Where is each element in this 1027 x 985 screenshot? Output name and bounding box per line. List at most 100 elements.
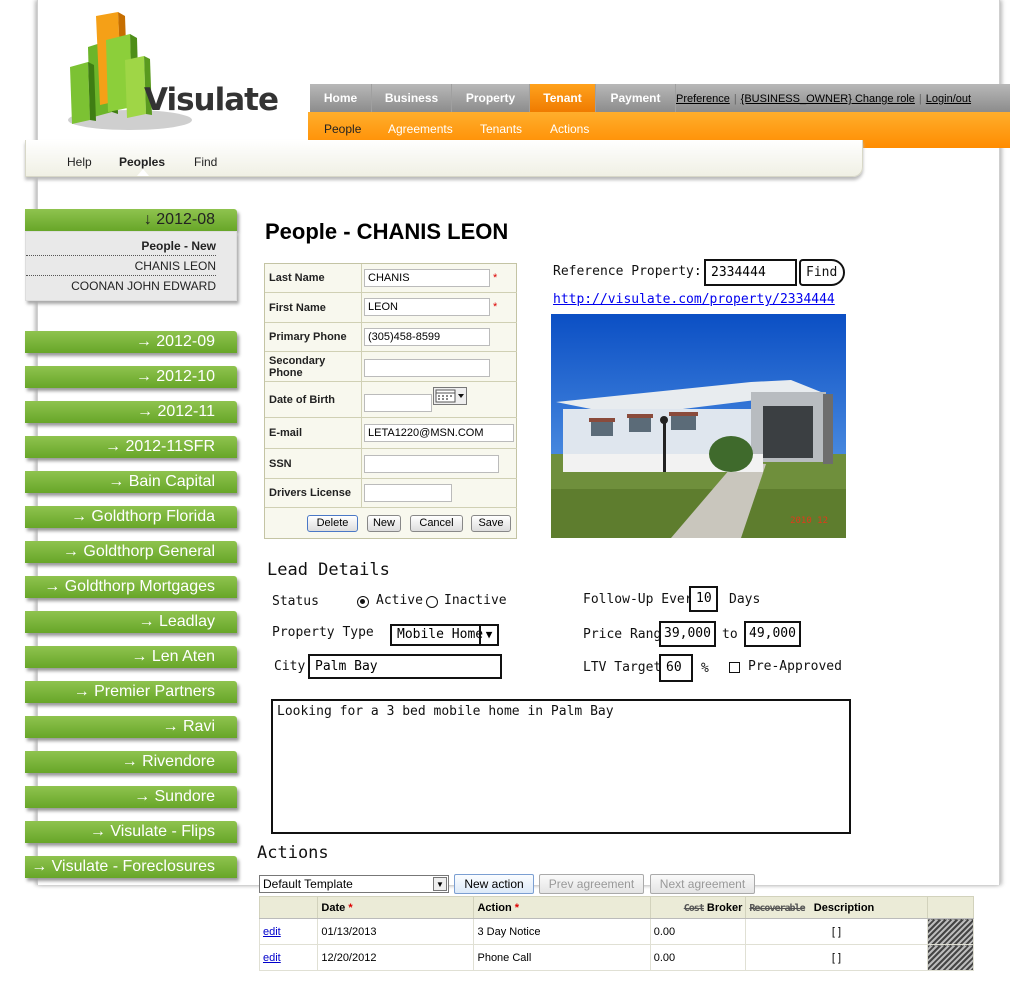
sidebar-item-coonan[interactable]: COONAN JOHN EDWARD [26, 276, 216, 296]
row-action: 3 Day Notice [473, 918, 651, 945]
drivers-license-label: Drivers License [265, 479, 362, 507]
col-description[interactable]: Recoverable Description [745, 896, 928, 919]
subtab-agreements[interactable]: Agreements [388, 122, 453, 136]
tab-home[interactable]: Home [310, 84, 372, 112]
sidebar-group-item[interactable]: → Visulate - Foreclosures [25, 856, 237, 878]
template-select[interactable]: Default Template ▼ [259, 875, 449, 893]
row-drivers-license: Drivers License [265, 479, 517, 508]
col-date[interactable]: Date * [317, 896, 475, 919]
calendar-icon[interactable] [433, 387, 467, 405]
property-type-select[interactable]: Mobile Home ▼ [390, 624, 499, 646]
first-name-label: First Name [265, 293, 362, 322]
new-action-button[interactable]: New action [454, 874, 534, 894]
cancel-button[interactable]: Cancel [410, 515, 463, 532]
ltv-target-label: LTV Target [583, 660, 662, 675]
top-links: Preference | {BUSINESS_OWNER} Change role |… [676, 93, 972, 105]
sidebar-group-item[interactable]: → Bain Capital [25, 471, 237, 493]
sidebar-group-item[interactable]: → 2012-11SFR [25, 436, 237, 458]
last-name-input[interactable]: CHANIS [364, 269, 490, 287]
ssn-label: SSN [265, 449, 362, 478]
table-row: edit 12/20/2012 Phone Call 0.00 [ ] [258, 944, 975, 971]
sidebar-group-item[interactable]: → Rivendore [25, 751, 237, 773]
tab-payment[interactable]: Payment [596, 84, 676, 112]
change-role-link[interactable]: {BUSINESS_OWNER} Change role [741, 93, 915, 105]
first-name-input[interactable]: LEON [364, 298, 490, 316]
ltv-target-input[interactable]: 60 [659, 654, 693, 682]
primary-phone-input[interactable]: (305)458-8599 [364, 328, 490, 346]
col-broker[interactable]: Cost Broker [649, 896, 747, 919]
row-description: [ ] [745, 944, 928, 971]
email-label: E-mail [265, 418, 362, 448]
tab-business[interactable]: Business [372, 84, 452, 112]
row-action: Phone Call [473, 944, 651, 971]
sidebar-item-chanis-leon[interactable]: CHANIS LEON [26, 256, 216, 276]
find-button[interactable]: Find [799, 259, 845, 286]
login-logout-link[interactable]: Login/out [926, 93, 971, 105]
sidebar-item-people-new[interactable]: People - New [26, 236, 216, 256]
save-button[interactable]: Save [471, 515, 511, 532]
actions-table: Date * Action * Cost Broker Recoverable … [258, 896, 975, 971]
sidebar-group-item[interactable]: → Sundore [25, 786, 237, 808]
visulate-logo[interactable] [60, 12, 280, 137]
next-agreement-button[interactable]: Next agreement [650, 874, 755, 894]
delete-button[interactable]: Delete [307, 515, 358, 532]
follow-up-input[interactable]: 10 [689, 586, 718, 612]
secondary-phone-input[interactable] [364, 359, 490, 377]
row-first-name: First Name LEON * [265, 293, 517, 323]
status-inactive-label: Inactive [444, 593, 507, 608]
col-edit [258, 896, 319, 919]
pre-approved-label: Pre-Approved [748, 659, 842, 674]
dropdown-arrow-icon: ▼ [433, 877, 447, 891]
actions-heading: Actions [257, 843, 329, 863]
email-input[interactable]: LETA1220@MSN.COM [364, 424, 514, 442]
city-label: City [274, 659, 306, 674]
property-photo: 2010 12 [551, 314, 846, 538]
col-action[interactable]: Action * [473, 896, 651, 919]
sidebar-group-item[interactable]: → Len Aten [25, 646, 237, 668]
sidebar-group-item[interactable]: → Goldthorp Florida [25, 506, 237, 528]
reference-property-label: Reference Property: [553, 264, 702, 279]
status-inactive-radio[interactable] [426, 596, 438, 608]
status-label: Status [272, 594, 319, 609]
price-min-input[interactable]: 39,000 [659, 621, 716, 647]
status-active-label: Active [376, 593, 423, 608]
dob-input[interactable] [364, 394, 432, 412]
subtab-actions[interactable]: Actions [550, 122, 589, 136]
prev-agreement-button[interactable]: Prev agreement [539, 874, 644, 894]
nav-help[interactable]: Help [67, 155, 92, 169]
pre-approved-checkbox[interactable] [729, 662, 740, 673]
sidebar-group-item[interactable]: → Goldthorp General [25, 541, 237, 563]
price-max-input[interactable]: 49,000 [744, 621, 801, 647]
nav-peoples[interactable]: Peoples [119, 155, 165, 169]
tab-tenant[interactable]: Tenant [530, 84, 596, 112]
subtab-tenants[interactable]: Tenants [480, 122, 522, 136]
row-email: E-mail LETA1220@MSN.COM [265, 418, 517, 449]
sidebar-group-item[interactable]: → Visulate - Flips [25, 821, 237, 843]
ssn-input[interactable] [364, 455, 499, 473]
edit-link[interactable]: edit [263, 952, 281, 964]
sidebar-group-item[interactable]: → 2012-10 [25, 366, 237, 388]
preference-link[interactable]: Preference [676, 93, 730, 105]
required-mark: * [493, 301, 498, 313]
drivers-license-input[interactable] [364, 484, 452, 502]
sidebar-group-2012-08[interactable]: ↓ 2012-08 [25, 209, 237, 231]
property-link[interactable]: http://visulate.com/property/2334444 [553, 292, 835, 307]
sidebar-group-item[interactable]: → Ravi [25, 716, 237, 738]
row-primary-phone: Primary Phone (305)458-8599 [265, 323, 517, 352]
sidebar-group-item[interactable]: → Leadlay [25, 611, 237, 633]
subtab-people[interactable]: People [324, 122, 361, 136]
sidebar-group-item[interactable]: → Premier Partners [25, 681, 237, 703]
new-button[interactable]: New [367, 515, 401, 532]
sidebar-group-item[interactable]: → 2012-09 [25, 331, 237, 353]
sidebar-group-item[interactable]: → 2012-11 [25, 401, 237, 423]
follow-up-unit: Days [729, 592, 761, 607]
reference-property-input[interactable]: 2334444 [704, 259, 797, 286]
status-active-radio[interactable] [357, 596, 369, 608]
secondary-phone-label: Secondary Phone [265, 352, 362, 381]
lead-notes-textarea[interactable]: Looking for a 3 bed mobile home in Palm … [271, 699, 851, 834]
tab-property[interactable]: Property [452, 84, 530, 112]
sidebar-group-item[interactable]: → Goldthorp Mortgages [25, 576, 237, 598]
edit-link[interactable]: edit [263, 926, 281, 938]
nav-find[interactable]: Find [194, 155, 217, 169]
city-input[interactable]: Palm Bay [308, 654, 502, 679]
